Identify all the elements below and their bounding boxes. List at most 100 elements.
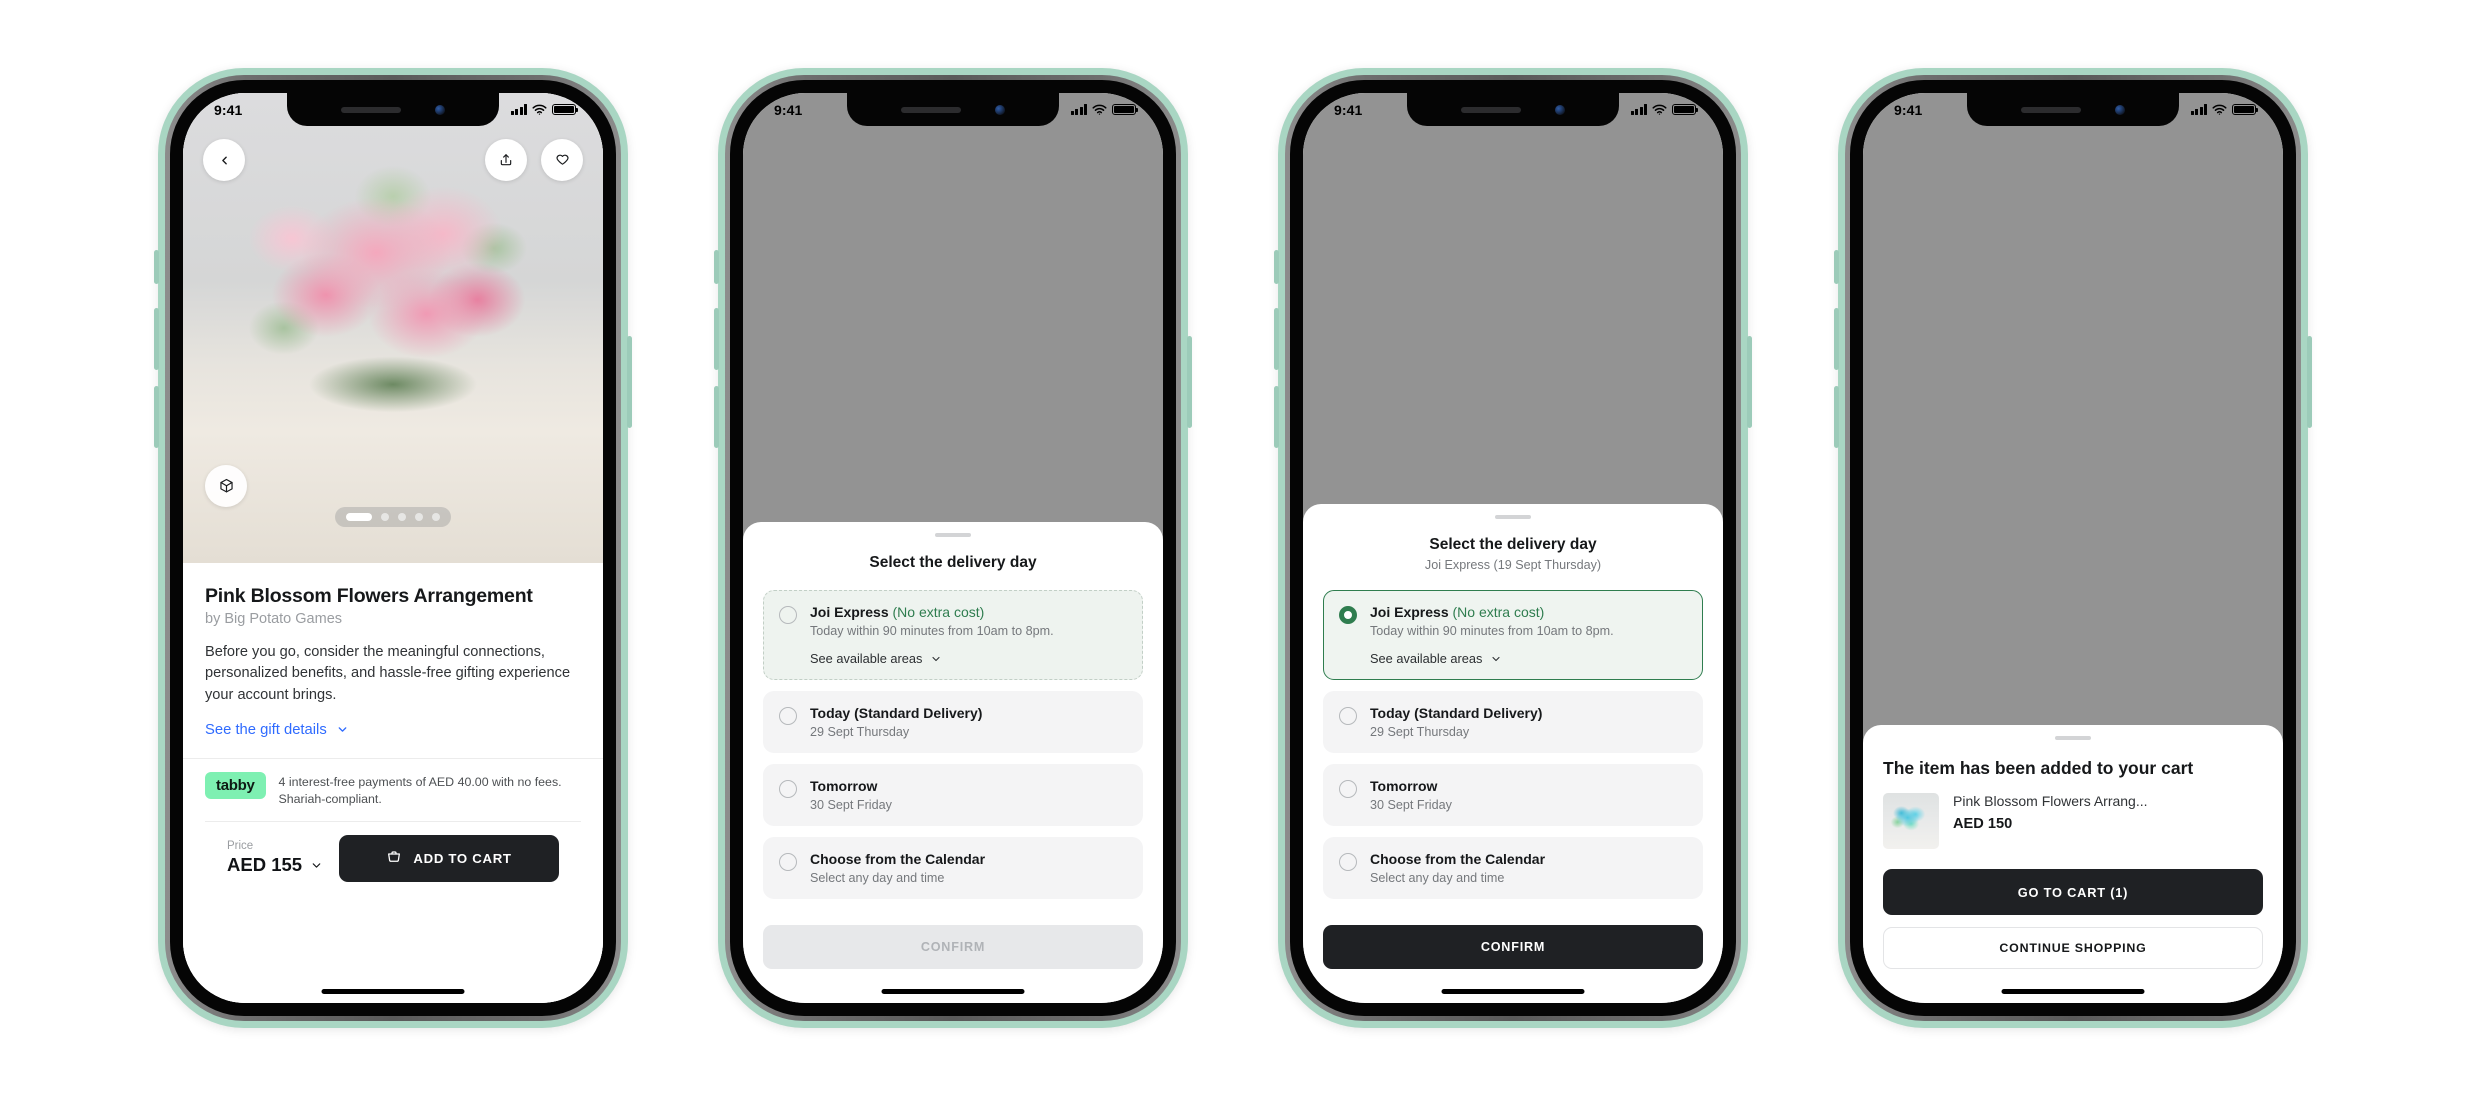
go-to-cart-button[interactable]: GO TO CART (1) (1883, 869, 2263, 915)
option-subtitle: Select any day and time (810, 871, 945, 885)
option-tag: (No extra cost) (1452, 604, 1545, 620)
volume-up-button[interactable] (154, 308, 159, 370)
earpiece-speaker (2021, 106, 2081, 113)
radio-button[interactable] (1339, 707, 1357, 725)
option-title: Joi Express (1370, 604, 1449, 620)
carousel-dot[interactable] (381, 513, 389, 521)
mute-switch[interactable] (154, 250, 159, 284)
home-indicator[interactable] (2001, 989, 2145, 994)
price-value-row: AED 155 (227, 854, 323, 876)
radio-button[interactable] (1339, 853, 1357, 871)
delivery-day-sheet: Select the delivery day Joi Express (No … (743, 522, 1163, 1003)
cart-item-row[interactable]: Pink Blossom Flowers Arrang... AED 150 (1883, 793, 2263, 849)
mute-switch[interactable] (1274, 250, 1279, 284)
power-button[interactable] (1747, 336, 1752, 428)
volume-down-button[interactable] (154, 386, 159, 448)
tabby-message: 4 interest-free payments of AED 40.00 wi… (278, 774, 562, 806)
delivery-options-list: Joi Express (No extra cost) Today within… (1323, 590, 1703, 899)
confirm-button[interactable]: CONFIRM (1323, 925, 1703, 969)
volume-down-button[interactable] (714, 386, 719, 448)
see-available-areas-link[interactable]: See available areas (810, 651, 1127, 666)
product-hero-image[interactable] (183, 93, 603, 563)
delivery-option-calendar[interactable]: Choose from the Calendar Select any day … (1323, 837, 1703, 899)
phone-2-screen: Select the delivery day Joi Express (No … (743, 93, 1163, 1003)
phone-3-screen: Select the delivery day Joi Express (19 … (1303, 93, 1723, 1003)
front-camera (1555, 104, 1565, 115)
radio-button-selected[interactable] (1339, 606, 1357, 624)
power-button[interactable] (1187, 336, 1192, 428)
product-detail-page: Pink Blossom Flowers Arrangement by Big … (183, 93, 603, 1003)
delivery-option-today-standard[interactable]: Today (Standard Delivery) 29 Sept Thursd… (1323, 691, 1703, 753)
option-subtitle: 29 Sept Thursday (810, 725, 910, 739)
gift-details-link[interactable]: See the gift details (205, 722, 581, 738)
earpiece-speaker (901, 106, 961, 113)
favorite-button[interactable] (541, 139, 583, 181)
back-button[interactable] (203, 139, 245, 181)
delivery-option-calendar[interactable]: Choose from the Calendar Select any day … (763, 837, 1143, 899)
radio-button[interactable] (1339, 780, 1357, 798)
screenshot-stage: Pink Blossom Flowers Arrangement by Big … (0, 0, 2466, 1096)
add-to-cart-button[interactable]: ADD TO CART (339, 834, 559, 882)
volume-down-button[interactable] (1274, 386, 1279, 448)
volume-up-button[interactable] (1274, 308, 1279, 370)
carousel-dot[interactable] (415, 513, 423, 521)
price-label: Price (227, 840, 254, 853)
option-title: Joi Express (810, 604, 889, 620)
price-block[interactable]: Price AED 155 (227, 840, 323, 876)
carousel-dot-active[interactable] (346, 513, 372, 521)
carousel-pagination[interactable] (335, 507, 451, 527)
delivery-option-today-standard[interactable]: Today (Standard Delivery) 29 Sept Thursd… (763, 691, 1143, 753)
option-content: Joi Express (No extra cost) Today within… (810, 604, 1127, 666)
delivery-option-joi-express[interactable]: Joi Express (No extra cost) Today within… (1323, 590, 1703, 680)
option-subtitle: Today within 90 minutes from 10am to 8pm… (1370, 624, 1614, 638)
home-indicator[interactable] (881, 989, 1025, 994)
continue-shopping-button[interactable]: CONTINUE SHOPPING (1883, 927, 2263, 969)
option-title: Today (Standard Delivery) (810, 705, 983, 721)
sheet-bottom-padding (1883, 969, 2263, 1003)
phone-3-delivery-selected: Select the delivery day Joi Express (19 … (1274, 68, 1752, 1028)
option-content: Tomorrow 30 Sept Friday (1370, 778, 1687, 812)
ar-view-button[interactable] (205, 465, 247, 507)
carousel-dot[interactable] (398, 513, 406, 521)
option-title-row: Joi Express (No extra cost) (810, 604, 1127, 620)
mute-switch[interactable] (714, 250, 719, 284)
carousel-dot[interactable] (432, 513, 440, 521)
phone-1-product-detail: Pink Blossom Flowers Arrangement by Big … (154, 68, 632, 1028)
share-button[interactable] (485, 139, 527, 181)
sheet-title: Select the delivery day (1429, 536, 1597, 553)
radio-button[interactable] (779, 780, 797, 798)
home-indicator[interactable] (321, 989, 465, 994)
power-button[interactable] (2307, 336, 2312, 428)
phone-2-delivery-unselected: Select the delivery day Joi Express (No … (714, 68, 1192, 1028)
delivery-option-joi-express[interactable]: Joi Express (No extra cost) Today within… (763, 590, 1143, 680)
mute-switch[interactable] (1834, 250, 1839, 284)
delivery-day-sheet: Select the delivery day Joi Express (19 … (1303, 504, 1723, 1003)
option-content: Choose from the Calendar Select any day … (1370, 851, 1687, 885)
radio-button[interactable] (779, 606, 797, 624)
device-notch (1407, 93, 1619, 126)
see-available-areas-link[interactable]: See available areas (1370, 651, 1687, 666)
option-title: Tomorrow (810, 778, 878, 794)
power-button[interactable] (627, 336, 632, 428)
tabby-promo[interactable]: tabby 4 interest-free payments of AED 40… (183, 757, 603, 821)
option-content: Today (Standard Delivery) 29 Sept Thursd… (810, 705, 1127, 739)
volume-down-button[interactable] (1834, 386, 1839, 448)
radio-button[interactable] (779, 707, 797, 725)
sheet-grabber[interactable] (935, 533, 971, 537)
sheet-grabber[interactable] (1495, 515, 1531, 519)
volume-up-button[interactable] (1834, 308, 1839, 370)
volume-up-button[interactable] (714, 308, 719, 370)
sheet-grabber[interactable] (2055, 736, 2091, 740)
chevron-down-icon[interactable] (310, 859, 323, 872)
delivery-option-tomorrow[interactable]: Tomorrow 30 Sept Friday (763, 764, 1143, 826)
device-notch (847, 93, 1059, 126)
delivery-option-tomorrow[interactable]: Tomorrow 30 Sept Friday (1323, 764, 1703, 826)
radio-button[interactable] (779, 853, 797, 871)
phone-4-cart-confirmation: The item has been added to your cart Pin… (1834, 68, 2312, 1028)
price-value: AED 155 (227, 854, 303, 876)
option-title: Today (Standard Delivery) (1370, 705, 1543, 721)
home-indicator[interactable] (1441, 989, 1585, 994)
cart-item-details: Pink Blossom Flowers Arrang... AED 150 (1953, 793, 2148, 832)
earpiece-speaker (1461, 106, 1521, 113)
see-areas-label: See available areas (810, 651, 923, 666)
